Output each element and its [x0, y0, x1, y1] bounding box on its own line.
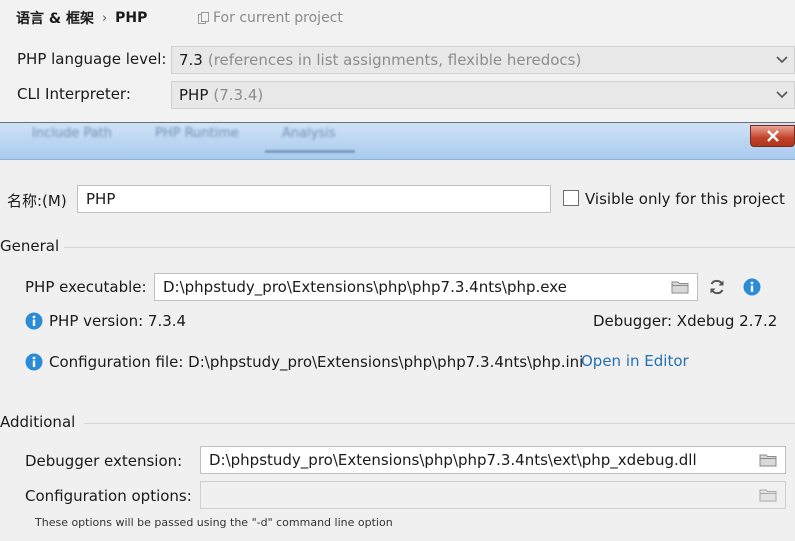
- cli-interpreter-hint: (7.3.4): [213, 86, 264, 104]
- chevron-down-icon: [776, 91, 788, 99]
- language-level-select[interactable]: 7.3 (references in list assignments, fle…: [171, 46, 795, 74]
- breadcrumb-current: PHP: [115, 10, 148, 26]
- php-executable-input[interactable]: D:\phpstudy_pro\Extensions\php\php7.3.4n…: [154, 273, 698, 301]
- dialog-titlebar[interactable]: Include Path PHP Runtime Analysis: [0, 123, 795, 160]
- tab-include-path[interactable]: Include Path: [32, 126, 112, 146]
- breadcrumb: 语言 & 框架 › PHP: [16, 8, 147, 28]
- name-value: PHP: [86, 190, 116, 208]
- section-additional-title: Additional: [0, 413, 76, 431]
- reload-icon[interactable]: [708, 278, 726, 296]
- folder-icon[interactable]: [671, 280, 689, 294]
- scope-indicator: For current project: [198, 8, 343, 28]
- name-input[interactable]: PHP: [77, 185, 551, 213]
- debugger-extension-value: D:\phpstudy_pro\Extensions\php\php7.3.4n…: [209, 451, 697, 469]
- debugger-extension-label: Debugger extension:: [25, 452, 183, 470]
- language-level-label: PHP language level:: [17, 50, 167, 68]
- debugger-extension-input[interactable]: D:\phpstudy_pro\Extensions\php\php7.3.4n…: [200, 446, 786, 474]
- breadcrumb-separator: ›: [101, 10, 108, 26]
- section-divider: [84, 423, 795, 424]
- info-icon: [25, 312, 43, 330]
- folder-icon[interactable]: [759, 488, 777, 502]
- config-options-note: These options will be passed using the "…: [35, 516, 393, 529]
- tab-analysis[interactable]: Analysis: [282, 126, 336, 146]
- configuration-options-input[interactable]: [200, 481, 786, 509]
- php-executable-label: PHP executable:: [25, 278, 147, 296]
- copy-icon: [198, 12, 209, 24]
- visible-only-label[interactable]: Visible only for this project: [585, 190, 785, 208]
- section-divider: [64, 247, 795, 248]
- chevron-down-icon: [776, 56, 788, 64]
- tab-php-runtime[interactable]: PHP Runtime: [155, 126, 239, 146]
- config-file-text: Configuration file: D:\phpstudy_pro\Exte…: [49, 353, 584, 371]
- php-version-text: PHP version: 7.3.4: [49, 312, 187, 330]
- php-executable-value: D:\phpstudy_pro\Extensions\php\php7.3.4n…: [163, 278, 567, 296]
- open-in-editor-link[interactable]: Open in Editor: [581, 352, 689, 370]
- close-button[interactable]: [750, 125, 795, 147]
- cli-interpreter-label: CLI Interpreter:: [17, 85, 131, 103]
- info-icon: [25, 353, 43, 371]
- language-level-hint: (references in list assignments, flexibl…: [207, 51, 582, 69]
- debugger-text: Debugger: Xdebug 2.7.2: [593, 312, 778, 330]
- breadcrumb-parent[interactable]: 语言 & 框架: [16, 8, 94, 28]
- section-general-title: General: [0, 237, 60, 255]
- settings-panel: 语言 & 框架 › PHP For current project PHP la…: [0, 0, 795, 122]
- language-level-value: 7.3: [179, 51, 203, 69]
- folder-icon[interactable]: [759, 453, 777, 467]
- configuration-options-label: Configuration options:: [25, 487, 192, 505]
- info-icon[interactable]: [743, 278, 761, 296]
- close-icon: [766, 130, 779, 142]
- visible-only-checkbox[interactable]: [563, 190, 579, 206]
- cli-interpreter-select[interactable]: PHP (7.3.4): [171, 81, 795, 109]
- cli-interpreter-value: PHP: [179, 86, 209, 104]
- tab-active-indicator: [265, 150, 355, 153]
- interpreter-dialog: Include Path PHP Runtime Analysis 名称:(M)…: [0, 122, 795, 541]
- scope-label: For current project: [213, 10, 343, 26]
- name-label: 名称:(M): [7, 192, 67, 210]
